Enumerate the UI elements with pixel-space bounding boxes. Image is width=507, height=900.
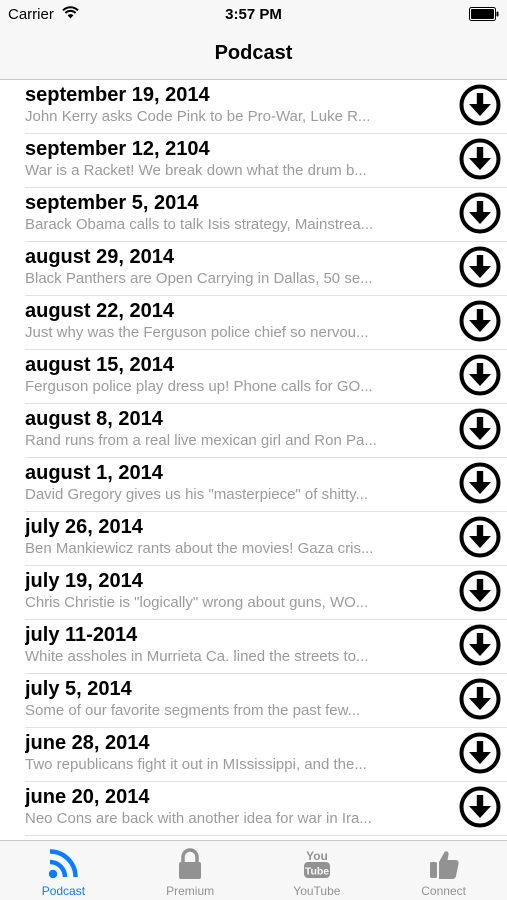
tab-premium[interactable]: Premium [127, 841, 254, 900]
episode-row[interactable]: september 5, 2014 Barack Obama calls to t… [0, 188, 507, 242]
tab-bar: Podcast Premium You Tube YouTube Connect [0, 840, 507, 900]
episode-title: july 5, 2014 [25, 678, 132, 700]
episode-title: september 19, 2014 [25, 84, 210, 106]
episode-row[interactable]: july 26, 2014 Ben Mankiewicz rants about … [0, 512, 507, 566]
episode-title: july 11-2014 [25, 624, 138, 646]
download-icon[interactable] [459, 786, 501, 828]
episode-title: june 28, 2014 [25, 732, 150, 754]
svg-text:Tube: Tube [305, 866, 329, 878]
tab-youtube[interactable]: You Tube YouTube [254, 841, 381, 900]
episode-subtitle: Just why was the Ferguson police chief s… [25, 324, 369, 341]
tab-label: Podcast [41, 884, 86, 898]
tab-podcast[interactable]: Podcast [0, 841, 127, 900]
episode-subtitle: Some of our favorite segments from the p… [25, 702, 361, 719]
navigation-bar: Podcast [0, 28, 507, 80]
tab-label: Connect [421, 884, 466, 898]
episode-title: june 20, 2014 [25, 786, 150, 808]
episode-title: september 5, 2014 [25, 192, 199, 214]
episode-subtitle: Rand runs from a real live mexican girl … [25, 432, 377, 449]
episode-row[interactable]: july 5, 2014 Some of our favorite segment… [0, 674, 507, 728]
rss-icon [46, 847, 80, 881]
download-icon[interactable] [459, 84, 501, 126]
episode-subtitle: Chris Christie is "logically" wrong abou… [25, 594, 369, 611]
download-icon[interactable] [459, 624, 501, 666]
episode-row[interactable]: september 12, 2104 War is a Racket! We br… [0, 134, 507, 188]
page-title: Podcast [214, 42, 293, 64]
download-icon[interactable] [459, 678, 501, 720]
thumbs-up-icon [427, 847, 461, 881]
download-icon[interactable] [459, 192, 501, 234]
episode-row[interactable]: august 8, 2014 Rand runs from a real live… [0, 404, 507, 458]
download-icon[interactable] [459, 300, 501, 342]
episode-title: august 1, 2014 [25, 462, 163, 484]
episode-subtitle: Ferguson police play dress up! Phone cal… [25, 378, 373, 395]
episode-title: august 22, 2014 [25, 300, 174, 322]
download-icon[interactable] [459, 570, 501, 612]
episode-row[interactable]: september 19, 2014 John Kerry asks Code P… [0, 80, 507, 134]
status-time: 3:57 PM [225, 6, 282, 23]
download-icon[interactable] [459, 246, 501, 288]
battery-icon [469, 7, 499, 21]
lock-icon [173, 847, 207, 881]
episode-subtitle: White assholes in Murrieta Ca. lined the… [25, 648, 369, 665]
episode-title: july 26, 2014 [25, 516, 143, 538]
download-icon[interactable] [459, 516, 501, 558]
download-icon[interactable] [459, 354, 501, 396]
episode-subtitle: Two republicans fight it out in MIssissi… [25, 756, 367, 773]
episode-row[interactable]: june 20, 2014 Neo Cons are back with anot… [0, 782, 507, 836]
episode-subtitle: Ben Mankiewicz rants about the movies! G… [25, 540, 374, 557]
status-bar: Carrier 3:57 PM [0, 0, 507, 28]
episode-subtitle: David Gregory gives us his "masterpiece"… [25, 486, 369, 503]
download-icon[interactable] [459, 732, 501, 774]
episode-row[interactable]: june 28, 2014 Two republicans fight it ou… [0, 728, 507, 782]
episode-row[interactable]: august 22, 2014 Just why was the Ferguson… [0, 296, 507, 350]
episode-row[interactable]: august 1, 2014 David Gregory gives us his… [0, 458, 507, 512]
tab-connect[interactable]: Connect [380, 841, 507, 900]
download-icon[interactable] [459, 462, 501, 504]
episode-row[interactable]: august 15, 2014 Ferguson police play dres… [0, 350, 507, 404]
episode-row[interactable]: august 29, 2014 Black Panthers are Open C… [0, 242, 507, 296]
episode-subtitle: Black Panthers are Open Carrying in Dall… [25, 270, 373, 287]
episode-title: august 15, 2014 [25, 354, 174, 376]
download-icon[interactable] [459, 138, 501, 180]
youtube-icon: You Tube [300, 847, 334, 881]
download-icon[interactable] [459, 408, 501, 450]
episode-title: july 19, 2014 [25, 570, 143, 592]
episode-list[interactable]: september 19, 2014 John Kerry asks Code P… [0, 80, 507, 840]
tab-label: Premium [166, 884, 215, 898]
episode-subtitle: War is a Racket! We break down what the … [25, 162, 367, 179]
episode-row[interactable]: july 19, 2014 Chris Christie is "logicall… [0, 566, 507, 620]
episode-subtitle: Neo Cons are back with another idea for … [25, 810, 372, 827]
episode-title: august 8, 2014 [25, 408, 163, 430]
episode-row[interactable]: july 11-2014 White assholes in Murrieta C… [0, 620, 507, 674]
episode-subtitle: Barack Obama calls to talk Isis strategy… [25, 216, 374, 233]
tab-label: YouTube [293, 884, 341, 898]
svg-text:You: You [306, 849, 328, 863]
episode-title: september 12, 2104 [25, 138, 210, 160]
episode-subtitle: John Kerry asks Code Pink to be Pro-War,… [25, 108, 371, 125]
episode-title: august 29, 2014 [25, 246, 174, 268]
